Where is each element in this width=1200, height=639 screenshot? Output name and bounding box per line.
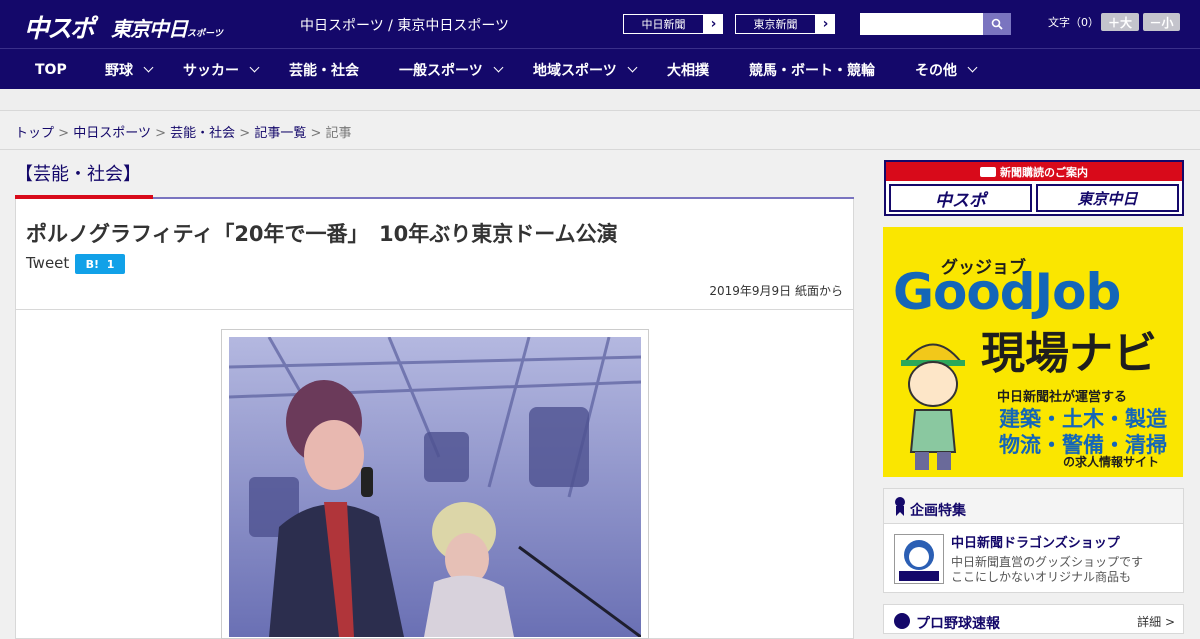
article-headline: ポルノグラフィティ「20年で一番」 10年ぶり東京ドーム公演 [26,222,618,246]
article-divider [16,309,853,310]
breadcrumb-separator: > [155,126,166,141]
subscribe-tokyo-chunichi-button[interactable]: 東京中日 [1036,184,1179,212]
tokyo-shimbun-button[interactable]: 東京新聞 › [734,13,836,35]
breadcrumb-separator: > [58,126,70,141]
chevron-down-icon [143,62,154,73]
chuspo-logo[interactable]: 中スポ [24,9,95,45]
nav-item-baseball[interactable]: 野球 [105,49,154,90]
subnav-strip [0,89,1200,111]
section-title: 【芸能・社会】 [15,164,141,185]
breadcrumb-divider [0,149,1200,150]
breadcrumb-separator: > [310,126,322,141]
score-details-link[interactable]: 詳細 > [1137,613,1175,630]
hatena-bookmark-button[interactable]: B! 1 [75,254,125,274]
nav-label: サッカー [183,62,239,79]
nav-label: 一般スポーツ [399,62,483,79]
nav-label: 野球 [105,62,133,79]
chevron-down-icon [249,62,260,73]
font-size-label: 文字（0） [1048,16,1099,29]
worker-mascot-icon [901,343,965,470]
font-larger-button[interactable]: ＋大 [1101,13,1139,31]
breadcrumb: トップ > 中日スポーツ > 芸能・社会 > 記事一覧 > 記事 [15,122,352,141]
tokyo-chunichi-logo[interactable]: 東京中日スポーツ [111,13,223,42]
nav-label: 大相撲 [667,62,709,79]
nav-item-top[interactable]: TOP [35,49,67,90]
top-header: 中スポ 東京中日スポーツ 中日スポーツ / 東京中日スポーツ 中日新聞 › 東京… [0,0,1200,48]
feature-box: 企画特集 中日新聞ドラゴンズショップ 中日新聞直営のグッズショップです ここにし… [883,488,1184,593]
breadcrumb-link-top[interactable]: トップ [15,126,54,141]
nav-label: 芸能・社会 [289,62,359,79]
breadcrumb-link-chunichi-sports[interactable]: 中日スポーツ [73,126,151,141]
tokyo-logo-text: 東京中日 [111,17,188,41]
search-input[interactable] [860,13,983,35]
feature-header: 企画特集 [884,489,1183,524]
nav-item-racing[interactable]: 競馬・ボート・競輪 [749,49,875,90]
chunichi-shimbun-label: 中日新聞 [623,14,704,34]
hatena-count: 1 [106,257,115,271]
feature-description: ここにしかないオリジナル商品も [951,570,1132,584]
nav-item-entertainment[interactable]: 芸能・社会 [289,49,359,90]
chevron-right-icon: › [710,16,717,32]
nav-label: その他 [915,62,957,79]
font-smaller-button[interactable]: －小 [1143,13,1180,31]
ad-navi-title: 現場ナビ [981,328,1157,379]
goodjob-ad-banner[interactable]: グッジョブ GoodJob 現場ナビ 中日新聞社が運営する 建築・土木・製造 物… [883,227,1183,477]
breadcrumb-current: 記事 [325,126,352,141]
baseball-score-title: プロ野球速報 [916,616,1000,632]
dragons-shop-thumbnail[interactable] [894,534,944,584]
chevron-right-icon: › [822,16,829,32]
nav-item-soccer[interactable]: サッカー [183,49,260,90]
chunichi-shimbun-button[interactable]: 中日新聞 › [622,13,724,35]
search-button[interactable] [983,13,1011,35]
article-photo[interactable] [229,337,641,637]
tweet-button[interactable]: Tweet [26,254,69,272]
feature-title: 企画特集 [910,503,966,519]
subscription-box[interactable]: 新聞購読のご案内 中スポ 東京中日 [884,160,1184,216]
nav-item-general-sports[interactable]: 一般スポーツ [399,49,504,90]
breadcrumb-separator: > [239,126,251,141]
ribbon-icon [895,497,905,516]
tokyo-shimbun-label: 東京新聞 [735,14,816,34]
hatena-icon: B! [85,257,100,271]
site-links[interactable]: 中日スポーツ / 東京中日スポーツ [300,15,509,35]
nav-label: 地域スポーツ [533,62,617,79]
tokyo-logo-small: スポーツ [187,29,223,39]
dragons-mascot-icon [899,540,939,581]
nav-item-sumo[interactable]: 大相撲 [667,49,709,90]
nav-item-other[interactable]: その他 [915,49,978,90]
nav-label: TOP [35,61,67,78]
breadcrumb-link-entertainment[interactable]: 芸能・社会 [170,126,235,141]
nav-label: 競馬・ボート・競輪 [749,62,875,79]
feature-link-dragons-shop[interactable]: 中日新聞ドラゴンズショップ [951,532,1120,551]
chevron-down-icon [627,62,638,73]
breadcrumb-link-article-list[interactable]: 記事一覧 [254,126,306,141]
search-icon [991,18,1003,30]
chevron-down-icon [967,62,978,73]
newspaper-icon [980,166,996,177]
article-date: 2019年9月9日 紙面から [709,284,843,298]
subscription-header: 新聞購読のご案内 [886,162,1182,181]
ad-main-title: GoodJob [893,263,1121,321]
chevron-down-icon [493,62,504,73]
concert-photo-image [229,337,641,637]
nav-item-regional-sports[interactable]: 地域スポーツ [533,49,638,90]
baseball-icon [894,613,910,629]
subscription-title: 新聞購読のご案内 [1000,165,1088,179]
ad-footer-text: の求人情報サイト [1063,455,1160,469]
subscribe-chuspo-button[interactable]: 中スポ [889,184,1032,212]
main-nav: TOP 野球 サッカー 芸能・社会 一般スポーツ 地域スポーツ 大相撲 競馬・ボ… [0,48,1200,89]
